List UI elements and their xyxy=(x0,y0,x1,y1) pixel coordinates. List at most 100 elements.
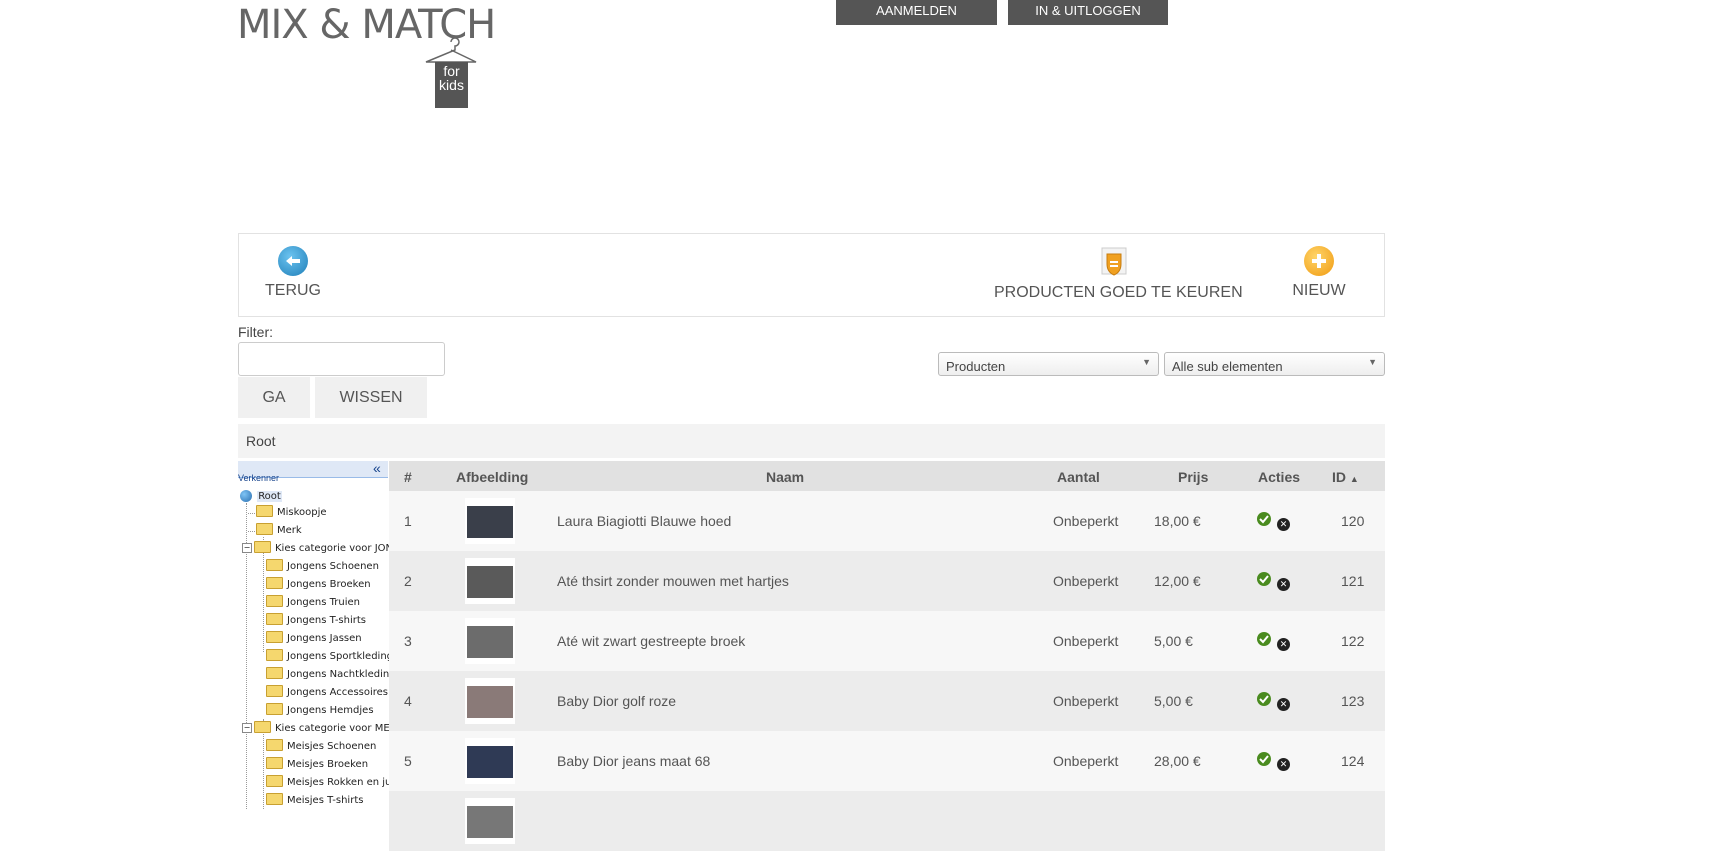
product-qty: Onbeperkt xyxy=(1053,573,1119,589)
tree-node[interactable]: Jongens Nachtkleding xyxy=(266,667,390,685)
tree-node-label: Jongens Hemdjes xyxy=(287,705,374,716)
col-qty[interactable]: Aantal xyxy=(1057,469,1100,485)
tree-node[interactable]: Meisjes T-shirts xyxy=(266,793,363,810)
sort-ascending-icon: ▲ xyxy=(1349,474,1359,484)
product-name[interactable]: Laura Biagiotti Blauwe hoed xyxy=(557,513,731,529)
folder-icon xyxy=(266,793,283,805)
row-num: 4 xyxy=(404,693,412,709)
new-label: NIEUW xyxy=(1292,282,1346,299)
delete-x-icon[interactable]: ✕ xyxy=(1277,518,1290,531)
tree-node[interactable]: Jongens Jassen xyxy=(266,631,362,649)
col-name[interactable]: Naam xyxy=(766,469,804,485)
product-id: 124 xyxy=(1341,753,1365,769)
product-name[interactable]: Baby Dior jeans maat 68 xyxy=(557,753,710,769)
product-thumbnail[interactable] xyxy=(465,678,515,724)
collapse-toggle-icon[interactable]: − xyxy=(242,543,252,553)
add-plus-icon xyxy=(1304,246,1334,276)
tree-node[interactable]: Jongens Hemdjes xyxy=(266,703,374,721)
tree-node[interactable]: − Kies categorie voor MEISJES xyxy=(242,721,390,739)
collapse-toggle-icon[interactable]: − xyxy=(242,723,252,733)
collapse-panel-button[interactable]: « xyxy=(373,460,381,476)
product-thumbnail[interactable] xyxy=(465,798,515,844)
tree-node-label: Miskoopje xyxy=(277,507,327,518)
product-qty: Onbeperkt xyxy=(1053,633,1119,649)
col-id[interactable]: ID ▲ xyxy=(1332,469,1359,485)
tree-node-label: Jongens Sportkleding xyxy=(287,651,390,662)
folder-icon xyxy=(256,505,273,517)
col-id-label: ID xyxy=(1332,469,1346,485)
col-price[interactable]: Prijs xyxy=(1178,469,1208,485)
table-row[interactable]: 1 Laura Biagiotti Blauwe hoed Onbeperkt … xyxy=(389,491,1385,551)
folder-icon xyxy=(266,757,283,769)
product-thumbnail[interactable] xyxy=(465,618,515,664)
approve-check-icon[interactable] xyxy=(1257,512,1271,526)
tree-node-label: Jongens Schoenen xyxy=(287,561,379,572)
delete-x-icon[interactable]: ✕ xyxy=(1277,758,1290,771)
table-row[interactable]: 2 Até thsirt zonder mouwen met hartjes O… xyxy=(389,551,1385,611)
approve-check-icon[interactable] xyxy=(1257,632,1271,646)
product-name[interactable]: Baby Dior golf roze xyxy=(557,693,676,709)
login-logout-button[interactable]: IN & UITLOGGEN xyxy=(1008,0,1168,25)
product-name[interactable]: Até thsirt zonder mouwen met hartjes xyxy=(557,573,789,589)
new-button[interactable]: NIEUW xyxy=(1284,246,1354,300)
logo-tag: for kids xyxy=(435,62,468,108)
table-row[interactable]: 5 Baby Dior jeans maat 68 Onbeperkt 28,0… xyxy=(389,731,1385,791)
product-image xyxy=(467,746,513,778)
tree-node[interactable]: Jongens Accessoires xyxy=(266,685,388,703)
product-qty: Onbeperkt xyxy=(1053,693,1119,709)
category-tree: Root Miskoopje Merk − Kies categorie voor… xyxy=(238,485,390,810)
folder-open-icon xyxy=(254,541,271,553)
back-button[interactable]: TERUG xyxy=(263,246,323,300)
product-image xyxy=(467,686,513,718)
delete-x-icon[interactable]: ✕ xyxy=(1277,698,1290,711)
product-thumbnail[interactable] xyxy=(465,738,515,784)
signup-button[interactable]: AANMELDEN xyxy=(836,0,997,25)
type-select[interactable]: Producten ▼ xyxy=(938,352,1159,376)
approve-check-icon[interactable] xyxy=(1257,692,1271,706)
tree-node[interactable]: Jongens T-shirts xyxy=(266,613,366,631)
product-thumbnail[interactable] xyxy=(465,498,515,544)
back-label: TERUG xyxy=(265,282,321,299)
approve-check-icon[interactable] xyxy=(1257,752,1271,766)
folder-icon xyxy=(266,685,283,697)
table-row[interactable]: 3 Até wit zwart gestreepte broek Onbeper… xyxy=(389,611,1385,671)
delete-x-icon[interactable]: ✕ xyxy=(1277,638,1290,651)
table-row[interactable]: 4 Baby Dior golf roze Onbeperkt 5,00 € ✕… xyxy=(389,671,1385,731)
tree-node[interactable]: Jongens Broeken xyxy=(266,577,371,595)
product-price: 5,00 € xyxy=(1154,693,1193,709)
col-actions: Acties xyxy=(1258,469,1301,485)
col-image[interactable]: Afbeelding xyxy=(456,469,528,485)
table-row[interactable] xyxy=(389,791,1385,851)
tree-node-label: Meisjes Rokken en jurken xyxy=(287,777,390,788)
tree-node[interactable]: Jongens Sportkleding xyxy=(266,649,390,667)
tree-node[interactable]: Jongens Truien xyxy=(266,595,360,613)
product-price: 12,00 € xyxy=(1154,573,1201,589)
product-image xyxy=(467,506,513,538)
globe-icon xyxy=(240,490,252,502)
tree-node-label: Meisjes Broeken xyxy=(287,759,369,770)
back-arrow-icon xyxy=(278,246,308,276)
tree-node-label: Meisjes Schoenen xyxy=(287,741,377,752)
tree-node[interactable]: Miskoopje xyxy=(248,505,327,523)
tree-node[interactable]: Jongens Schoenen xyxy=(266,559,379,577)
tree-node-label: Merk xyxy=(277,525,302,536)
clear-button[interactable]: WISSEN xyxy=(315,377,427,418)
product-thumbnail[interactable] xyxy=(465,558,515,604)
row-num: 2 xyxy=(404,573,412,589)
tree-node[interactable]: Merk xyxy=(248,523,302,541)
approve-check-icon[interactable] xyxy=(1257,572,1271,586)
tree-node[interactable]: Meisjes Broeken xyxy=(266,757,368,775)
filter-input[interactable] xyxy=(238,342,445,376)
tree-node[interactable]: Meisjes Schoenen xyxy=(266,739,376,757)
product-name[interactable]: Até wit zwart gestreepte broek xyxy=(557,633,745,649)
approve-label: PRODUCTEN GOED TE KEUREN xyxy=(994,284,1243,301)
go-button[interactable]: GA xyxy=(238,377,310,418)
col-num[interactable]: # xyxy=(404,469,412,485)
sub-elements-select[interactable]: Alle sub elementen ▼ xyxy=(1164,352,1385,376)
folder-icon xyxy=(266,739,283,751)
tree-node-label: Jongens Broeken xyxy=(287,579,371,590)
tree-node[interactable]: Meisjes Rokken en jurken xyxy=(266,775,390,793)
tree-node[interactable]: − Kies categorie voor JONGENS xyxy=(242,541,390,559)
delete-x-icon[interactable]: ✕ xyxy=(1277,578,1290,591)
approve-products-button[interactable]: PRODUCTEN GOED TE KEUREN xyxy=(994,246,1243,302)
